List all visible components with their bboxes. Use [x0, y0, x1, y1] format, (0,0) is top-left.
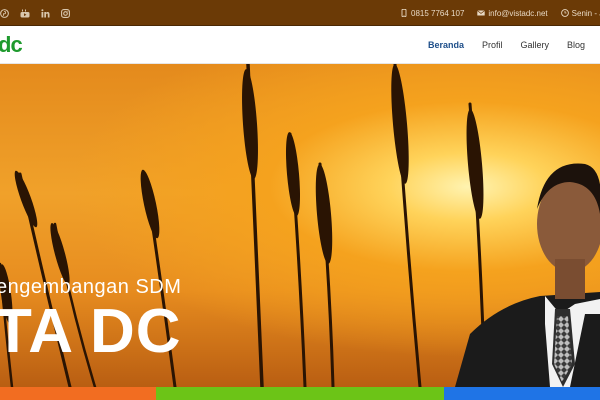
- nav-item-blog[interactable]: Blog: [567, 40, 585, 50]
- phone-item[interactable]: 0815 7764 107: [400, 9, 464, 18]
- strip-blue: [444, 387, 600, 400]
- phone-icon: [401, 9, 407, 17]
- linkedin-icon[interactable]: [41, 8, 50, 18]
- top-bar: 0815 7764 107 info@vistadc.net Senin - J…: [0, 0, 600, 26]
- hero-title: TA DC: [0, 297, 182, 366]
- pinterest-icon[interactable]: [0, 8, 9, 18]
- hours-item: Senin - Jus: [560, 8, 600, 18]
- email-address: info@vistadc.net: [488, 8, 548, 18]
- hero-banner: engembangan SDM TA DC: [0, 64, 600, 387]
- clock-icon: [560, 9, 569, 17]
- strip-orange: [0, 387, 156, 400]
- email-item[interactable]: info@vistadc.net: [477, 8, 548, 18]
- color-strip: [0, 387, 600, 400]
- main-menu: Beranda Profil Gallery Blog: [428, 26, 600, 64]
- social-links: [0, 0, 70, 26]
- nav-item-beranda[interactable]: Beranda: [428, 40, 464, 50]
- contact-info: 0815 7764 107 info@vistadc.net Senin - J…: [400, 0, 600, 26]
- youtube-icon[interactable]: [20, 9, 30, 18]
- instagram-icon[interactable]: [61, 8, 70, 18]
- strip-green: [156, 387, 444, 400]
- opening-hours: Senin - Jus: [571, 8, 600, 18]
- main-navbar: dc Beranda Profil Gallery Blog: [0, 26, 600, 64]
- nav-item-profil[interactable]: Profil: [482, 40, 503, 50]
- phone-number: 0815 7764 107: [411, 8, 465, 18]
- site-logo[interactable]: dc: [0, 32, 23, 58]
- nav-item-gallery[interactable]: Gallery: [521, 40, 550, 50]
- envelope-icon: [477, 10, 486, 16]
